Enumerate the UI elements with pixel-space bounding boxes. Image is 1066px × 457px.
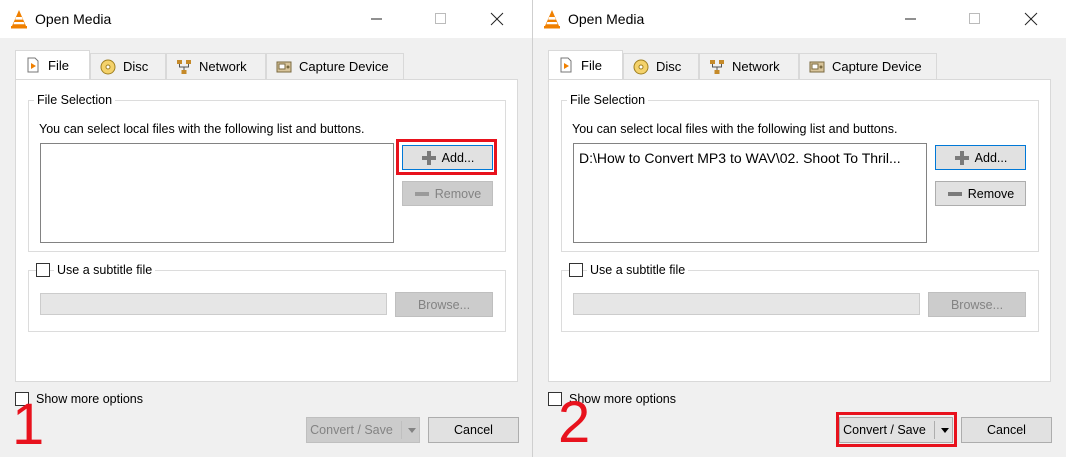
add-icon <box>954 150 969 165</box>
file-selection-label: File Selection <box>34 93 116 107</box>
remove-button-label: Remove <box>434 186 482 201</box>
window-title: Open Media <box>35 11 112 27</box>
show-more-options-label: Show more options <box>36 392 144 406</box>
tab-network[interactable]: Network <box>166 53 266 79</box>
tab-file[interactable]: File <box>548 50 623 79</box>
remove-button-label: Remove <box>967 186 1015 201</box>
add-button-label: Add... <box>974 150 1008 165</box>
remove-button[interactable]: Remove <box>935 181 1026 206</box>
tab-label: Disc <box>656 59 682 74</box>
maximize-button[interactable] <box>952 0 998 38</box>
open-media-window: Open Media File Disc Network Capture Dev… <box>0 0 533 457</box>
file-list[interactable] <box>40 143 394 243</box>
network-icon <box>710 59 724 74</box>
file-list[interactable]: D:\How to Convert MP3 to WAV\02. Shoot T… <box>573 143 927 243</box>
highlight-box <box>396 139 497 175</box>
close-button[interactable] <box>1008 0 1054 38</box>
window-title: Open Media <box>568 11 645 27</box>
step-number: 2 <box>558 390 591 455</box>
file-icon <box>560 57 572 73</box>
tab-label: Capture Device <box>832 59 922 74</box>
open-media-window: Open Media File Disc Network Capture Dev… <box>533 0 1066 457</box>
file-selection-instructions: You can select local files with the foll… <box>39 122 365 136</box>
list-item[interactable]: D:\How to Convert MP3 to WAV\02. Shoot T… <box>579 150 901 166</box>
tab-capture-device[interactable]: Capture Device <box>266 53 404 79</box>
subtitle-label: Use a subtitle file <box>587 263 689 277</box>
file-icon <box>27 57 39 73</box>
highlight-box <box>836 412 957 447</box>
maximize-button[interactable] <box>418 0 464 38</box>
vlc-cone-icon <box>11 10 27 29</box>
tab-label: Disc <box>123 59 149 74</box>
subtitle-group: Use a subtitle file Browse... <box>28 263 506 332</box>
step-number: 1 <box>12 392 45 457</box>
disc-icon <box>100 59 116 74</box>
close-button[interactable] <box>474 0 520 38</box>
tab-file[interactable]: File <box>15 50 90 79</box>
split-separator <box>400 421 402 439</box>
capture-device-icon <box>809 61 825 72</box>
file-tab-panel: File Selection You can select local file… <box>15 79 518 382</box>
add-button[interactable]: Add... <box>935 145 1026 170</box>
tab-disc[interactable]: Disc <box>90 53 166 79</box>
network-icon <box>177 59 191 74</box>
remove-button[interactable]: Remove <box>402 181 493 206</box>
close-icon <box>490 12 504 26</box>
convert-save-button[interactable]: Convert / Save <box>306 417 420 443</box>
minimize-button[interactable] <box>354 0 400 38</box>
subtitle-checkbox[interactable] <box>36 263 50 277</box>
remove-icon <box>414 191 429 196</box>
subtitle-path-field[interactable] <box>40 293 387 315</box>
remove-icon <box>947 191 962 196</box>
title-bar: Open Media <box>533 0 1066 38</box>
subtitle-path-field[interactable] <box>573 293 920 315</box>
disc-icon <box>633 59 649 74</box>
tab-capture-device[interactable]: Capture Device <box>799 53 937 79</box>
close-icon <box>1024 12 1038 26</box>
chevron-down-icon <box>407 427 416 433</box>
maximize-icon <box>435 13 446 24</box>
minimize-icon <box>905 18 916 20</box>
cancel-button[interactable]: Cancel <box>428 417 519 443</box>
file-tab-panel: File Selection You can select local file… <box>548 79 1051 382</box>
maximize-icon <box>969 13 980 24</box>
file-selection-instructions: You can select local files with the foll… <box>572 122 898 136</box>
subtitle-checkbox[interactable] <box>569 263 583 277</box>
subtitle-label: Use a subtitle file <box>54 263 156 277</box>
cancel-button[interactable]: Cancel <box>961 417 1052 443</box>
file-selection-label: File Selection <box>567 93 649 107</box>
tab-label: File <box>48 57 69 73</box>
convert-save-label: Convert / Save <box>310 423 393 437</box>
minimize-icon <box>371 18 382 20</box>
tab-label: Network <box>199 59 247 74</box>
browse-button[interactable]: Browse... <box>395 292 493 317</box>
tab-label: Network <box>732 59 780 74</box>
tab-label: Capture Device <box>299 59 389 74</box>
vlc-cone-icon <box>544 10 560 29</box>
subtitle-group: Use a subtitle file Browse... <box>561 263 1039 332</box>
tab-disc[interactable]: Disc <box>623 53 699 79</box>
tab-network[interactable]: Network <box>699 53 799 79</box>
file-selection-group: File Selection You can select local file… <box>28 93 506 252</box>
tab-label: File <box>581 57 602 73</box>
capture-device-icon <box>276 61 292 72</box>
minimize-button[interactable] <box>888 0 934 38</box>
title-bar: Open Media <box>0 0 532 38</box>
browse-button[interactable]: Browse... <box>928 292 1026 317</box>
file-selection-group: File Selection You can select local file… <box>561 93 1039 252</box>
